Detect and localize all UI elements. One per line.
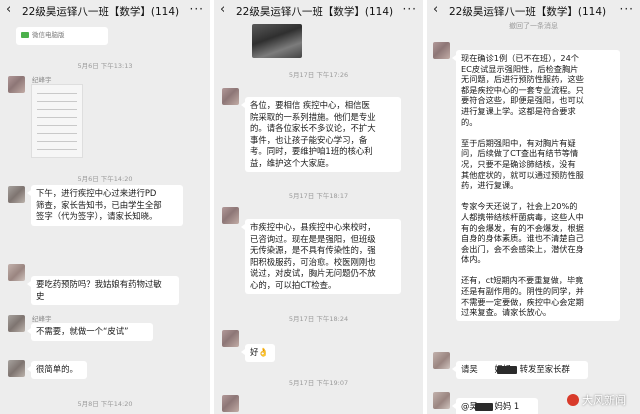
chat-panel-right: ‹ 22级昊运铎八一班【数学】(114) ··· 撤回了一条消息 现在确诊1例（… — [427, 0, 640, 414]
avatar[interactable] — [8, 264, 25, 281]
more-options-icon[interactable]: ··· — [403, 2, 417, 16]
message-bubble[interactable]: 好👌 — [241, 344, 275, 362]
redaction-mark — [497, 366, 517, 374]
chat-panel-middle: ‹ 22级昊运铎八一班【数学】(114) ··· 5月17日 下午17:26 各… — [214, 0, 423, 414]
photo-thumbnail[interactable] — [252, 24, 302, 58]
avatar[interactable] — [8, 315, 25, 332]
timestamp: 5月17日 下午18:17 — [288, 192, 349, 200]
wechat-pc-icon — [21, 32, 29, 38]
chat-header: ‹ 22级昊运铎八一班【数学】(114) ··· — [427, 0, 640, 22]
news-logo-icon — [567, 394, 579, 406]
message-bubble[interactable]: @吴 妈妈 1 — [452, 398, 538, 414]
news-watermark: 大风新闻 — [567, 392, 626, 408]
message-bubble[interactable]: 各位，要相信 疾控中心，相信医 院采取的一系列措施。他们是专业 的。请各位家长不… — [241, 97, 401, 172]
timestamp: 5月6日 下午13:13 — [77, 62, 133, 70]
avatar[interactable] — [433, 392, 450, 409]
avatar[interactable] — [8, 360, 25, 377]
timestamp: 5月8日 下午14:20 — [77, 400, 133, 408]
chat-header: ‹ 22级昊运铎八一班【数学】(114) ··· — [214, 0, 423, 22]
sender-name: 纪峰宇 — [32, 76, 52, 84]
message-bubble[interactable]: 要吃药预防吗？我姑娘有药物过敏 史 — [27, 276, 179, 305]
message-bubble[interactable]: 很简单的。 — [27, 361, 87, 379]
avatar[interactable] — [433, 42, 450, 59]
avatar[interactable] — [222, 207, 239, 224]
avatar[interactable] — [222, 88, 239, 105]
back-arrow-icon[interactable]: ‹ — [6, 2, 11, 18]
chat-panel-left: ‹ 22级昊运铎八一班【数学】(114) ··· 微信电脑版 5月6日 下午13… — [0, 0, 210, 414]
message-bubble[interactable]: 请吴 妈妈，转发至家长群 — [452, 361, 588, 379]
sender-name: 纪峰宇 — [32, 315, 52, 323]
back-arrow-icon[interactable]: ‹ — [433, 2, 438, 18]
back-arrow-icon[interactable]: ‹ — [220, 2, 225, 18]
message-bubble[interactable]: 不需要，就做一个“皮试” — [27, 323, 153, 341]
chat-title: 22级昊运铎八一班【数学】(114) — [22, 6, 180, 18]
avatar[interactable] — [433, 352, 450, 369]
timestamp: 5月17日 下午18:24 — [288, 315, 349, 323]
avatar[interactable] — [8, 76, 25, 93]
more-options-icon[interactable]: ··· — [620, 2, 634, 16]
document-image[interactable] — [31, 84, 83, 158]
more-options-icon[interactable]: ··· — [190, 2, 204, 16]
chat-title: 22级昊运铎八一班【数学】(114) — [449, 6, 607, 18]
redaction-mark — [475, 403, 493, 411]
message-bubble[interactable]: 下午，进行疾控中心过来进行PD 筛查，家长告知书，已由学生全部 签字（代为签字）… — [27, 185, 183, 226]
timestamp: 5月6日 下午14:20 — [77, 175, 133, 183]
chat-title: 22级昊运铎八一班【数学】(114) — [236, 6, 394, 18]
timestamp: 5月17日 下午17:26 — [288, 71, 349, 79]
timestamp: 5月17日 下午19:07 — [288, 379, 349, 387]
avatar[interactable] — [8, 186, 25, 203]
file-card[interactable]: 微信电脑版 — [16, 27, 108, 45]
message-bubble[interactable]: 现在确诊1例（已不在班），24个 EC皮试显示强阳性，后检查胸片 无问题，后进行… — [452, 50, 620, 321]
message-bubble[interactable]: 市疾控中心，县疾控中心来校时， 已咨询过。现在是是强阳，但班级 无传染源，是不具… — [241, 219, 401, 294]
avatar[interactable] — [222, 395, 239, 412]
recall-notice: 撤回了一条消息 — [509, 22, 558, 30]
chat-header: ‹ 22级昊运铎八一班【数学】(114) ··· — [0, 0, 210, 22]
avatar[interactable] — [222, 330, 239, 347]
